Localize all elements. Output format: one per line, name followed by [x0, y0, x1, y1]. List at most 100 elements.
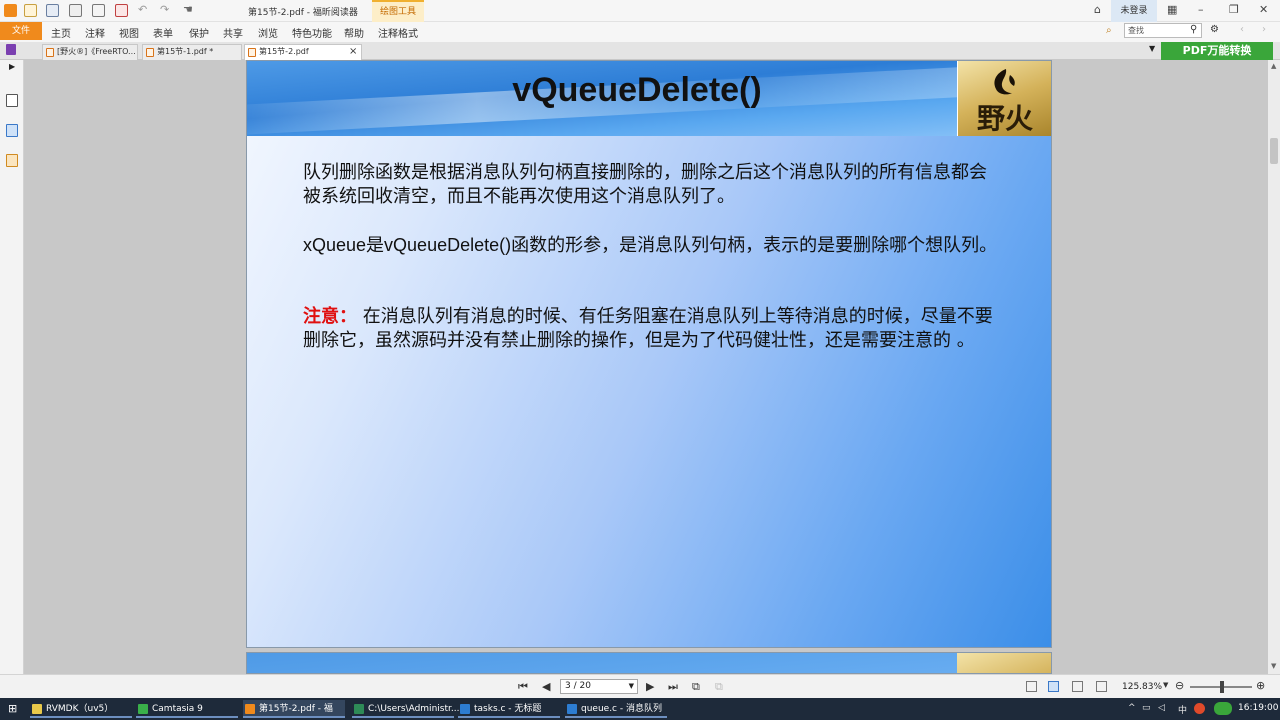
previous-view-icon[interactable]: ⧉ [692, 680, 700, 694]
close-tab-icon[interactable]: × [349, 45, 357, 59]
brand-logo: 野火 [957, 61, 1051, 136]
document-tab-bar: [野火®]《FreeRTO... 第15节-1.pdf * 第15节-2.pdf… [0, 42, 1280, 60]
zoom-dropdown-icon[interactable]: ▼ [1163, 681, 1168, 689]
left-sidebar: ▶ [0, 60, 24, 674]
menu-help[interactable]: 帮助 [344, 25, 364, 40]
search-icon[interactable]: ⚲ [1190, 24, 1197, 35]
foxit-icon [245, 704, 255, 714]
menu-form[interactable]: 表单 [153, 25, 173, 40]
account-icon[interactable]: ⌂ [1094, 3, 1101, 16]
next-pdf-page [246, 652, 1052, 674]
menu-comment-format[interactable]: 注释格式 [378, 25, 418, 40]
task-camtasia[interactable]: Camtasia 9 [136, 700, 238, 718]
tab-dropdown-icon[interactable]: ▼ [1149, 44, 1155, 53]
menu-share[interactable]: 共享 [223, 25, 243, 40]
zoom-level[interactable]: 125.83% [1122, 682, 1162, 692]
tab-label: 第15节-1.pdf * [157, 47, 214, 56]
start-icon[interactable]: ⊞ [8, 702, 17, 715]
clock[interactable]: 16:19:00 [1238, 703, 1278, 713]
menu-file[interactable]: 文件 [0, 22, 42, 40]
find-icon[interactable]: ⌕ [1106, 25, 1112, 36]
pdf-file-icon [146, 48, 154, 57]
menu-features[interactable]: 特色功能 [292, 25, 332, 40]
prev-page-icon[interactable]: ◀ [542, 680, 550, 693]
camtasia-icon [138, 704, 148, 714]
scan-icon[interactable] [92, 4, 105, 17]
next-page-icon[interactable]: ▶ [646, 680, 654, 693]
pdf-create-icon[interactable] [115, 4, 128, 17]
last-page-icon[interactable]: ⏭ [668, 680, 678, 694]
open-icon[interactable] [24, 4, 37, 17]
menu-browse[interactable]: 浏览 [258, 25, 278, 40]
title-bar: ↶ ↷ ☚ 第15节-2.pdf - 福昕阅读器 绘图工具 ⌂ 未登录 ▦ – … [0, 0, 1280, 22]
close-window-icon[interactable]: ✕ [1259, 3, 1268, 16]
comments-icon[interactable] [6, 154, 18, 167]
minimize-icon[interactable]: – [1198, 3, 1204, 16]
layout-icon[interactable]: ▦ [1167, 3, 1177, 16]
task-foxit[interactable]: 第15节-2.pdf - 福昕... [243, 700, 345, 718]
tab-label: [野火®]《FreeRTO... [57, 47, 136, 56]
tab-doc-2[interactable]: 第15节-1.pdf * [142, 44, 242, 60]
scroll-thumb[interactable] [1270, 138, 1278, 164]
bookmark-icon[interactable] [6, 94, 18, 107]
back-icon[interactable]: ‹ [1240, 24, 1244, 35]
tab-label: 第15节-2.pdf [259, 47, 309, 56]
single-page-icon[interactable] [1026, 681, 1037, 692]
next-view-icon[interactable]: ⧉ [715, 680, 723, 694]
scroll-up-icon[interactable]: ▲ [1271, 62, 1276, 70]
brand-logo [957, 653, 1051, 673]
vscode-icon [567, 704, 577, 714]
vertical-scrollbar[interactable]: ▲ ▼ [1268, 60, 1280, 674]
brand-logo-text: 野火 [976, 102, 1033, 135]
page-dropdown-icon[interactable]: ▼ [629, 680, 634, 693]
page-number-input[interactable]: 3 / 20 ▼ [560, 679, 638, 694]
facing-page-icon[interactable] [1072, 681, 1083, 692]
task-rvmdk[interactable]: RVMDK（uv5） [30, 700, 132, 718]
undo-icon[interactable]: ↶ [138, 4, 151, 17]
network-icon[interactable]: ▭ [1142, 703, 1151, 713]
restore-icon[interactable]: ❐ [1229, 3, 1239, 16]
expand-panel-icon[interactable]: ▶ [9, 62, 15, 71]
note-text: 在消息队列有消息的时候、有任务阻塞在消息队列上等待消息的时候，尽量不要删除它，虽… [303, 306, 993, 351]
tab-doc-3[interactable]: 第15节-2.pdf × [244, 44, 362, 60]
menu-protect[interactable]: 保护 [189, 25, 209, 40]
tab-doc-1[interactable]: [野火®]《FreeRTO... [42, 44, 138, 60]
pdf-file-icon [46, 48, 54, 57]
app-logo-icon[interactable] [4, 4, 17, 17]
save-icon[interactable] [46, 4, 59, 17]
tab-menu-icon[interactable] [6, 44, 16, 55]
login-button[interactable]: 未登录 [1111, 0, 1157, 22]
sogou-icon[interactable] [1194, 703, 1205, 714]
zoom-slider-knob[interactable] [1220, 681, 1224, 693]
forward-icon[interactable]: › [1262, 24, 1266, 35]
flame-icon [994, 69, 1015, 95]
zoom-in-icon[interactable]: ⊕ [1256, 679, 1265, 692]
hand-tool-icon[interactable]: ☚ [183, 4, 196, 17]
continuous-facing-icon[interactable] [1096, 681, 1107, 692]
note-label: 注意： [303, 306, 357, 327]
pages-icon[interactable] [6, 124, 18, 137]
menu-view[interactable]: 视图 [119, 25, 139, 40]
taskbar: ⊞ RVMDK（uv5） Camtasia 9 第15节-2.pdf - 福昕.… [0, 698, 1280, 720]
status-bar: ⏮ ◀ 3 / 20 ▼ ▶ ⏭ ⧉ ⧉ 125.83% ▼ ⊖ ⊕ [0, 674, 1280, 698]
security-icon[interactable] [1214, 702, 1232, 715]
continuous-page-icon[interactable] [1048, 681, 1059, 692]
pdf-convert-button[interactable]: PDF万能转换 [1161, 42, 1273, 60]
menu-comment[interactable]: 注释 [85, 25, 105, 40]
drawing-tools-tab[interactable]: 绘图工具 [372, 0, 424, 22]
menu-bar: 文件 主页 注释 视图 表单 保护 共享 浏览 特色功能 帮助 注释格式 ⌕ 查… [0, 22, 1280, 42]
task-vscode-queue[interactable]: queue.c - 消息队列 -... [565, 700, 667, 718]
task-explorer[interactable]: C:\Users\Administr... [352, 700, 459, 718]
volume-icon[interactable]: ◁ [1158, 703, 1165, 713]
task-vscode-tasks[interactable]: tasks.c - 无标题 (工... [458, 700, 560, 718]
scroll-down-icon[interactable]: ▼ [1271, 662, 1276, 670]
settings-icon[interactable]: ⚙ [1210, 24, 1219, 35]
tray-up-icon[interactable]: ^ [1128, 703, 1136, 713]
menu-home[interactable]: 主页 [51, 25, 71, 40]
pdf-page: vQueueDelete() 野火 队列删除函数是根据消息队列句柄直接删除的，删… [246, 60, 1052, 648]
ime-indicator[interactable]: 中 [1178, 703, 1187, 716]
redo-icon[interactable]: ↷ [160, 4, 173, 17]
zoom-out-icon[interactable]: ⊖ [1175, 679, 1184, 692]
print-icon[interactable] [69, 4, 82, 17]
first-page-icon[interactable]: ⏮ [518, 680, 528, 694]
